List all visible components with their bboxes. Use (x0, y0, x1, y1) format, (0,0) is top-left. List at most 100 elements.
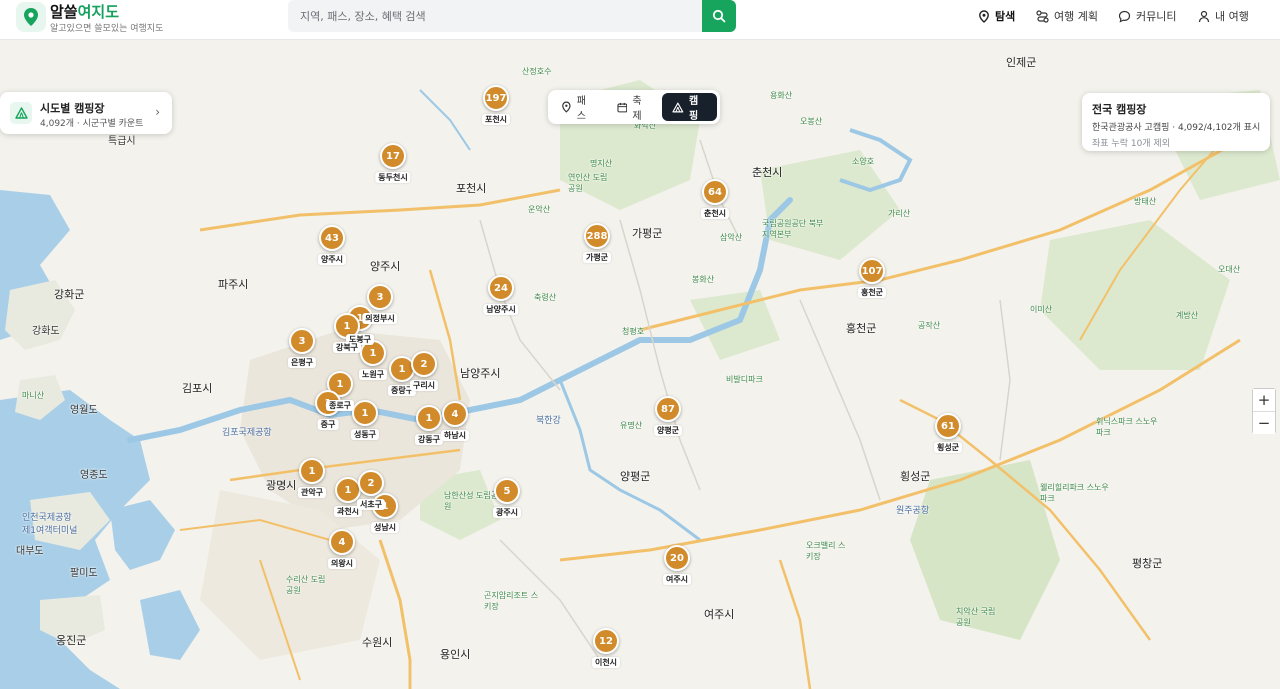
landmark-label: 공작산 (918, 321, 941, 330)
route-icon (1036, 9, 1049, 23)
landmark-label: 오크밸리 스키장 (806, 541, 846, 561)
landmark-label: 방태산 (1134, 197, 1157, 206)
landmark-label: 청평호 (622, 327, 645, 336)
landmark-label: 축령산 (534, 293, 557, 302)
cluster-label: 가평군 (582, 252, 612, 263)
tab-festival[interactable]: 축제 (607, 93, 661, 122)
place-label: 양주시 (370, 260, 401, 273)
search-input[interactable] (288, 0, 702, 32)
landmark-label: 산정호수 (522, 67, 552, 76)
cluster-label: 양주시 (317, 254, 347, 265)
place-label: 횡성군 (900, 470, 931, 483)
cluster-marker[interactable]: 61 (935, 413, 961, 439)
cluster-marker[interactable]: 24 (488, 275, 514, 301)
nav-trip-plan[interactable]: 여행 계획 (1036, 8, 1098, 24)
place-label: 영월도 (70, 405, 98, 416)
cluster-label: 노원구 (358, 369, 388, 380)
landmark-label: 마니산 (22, 391, 45, 400)
calendar-icon (617, 102, 627, 112)
search-button[interactable] (702, 0, 736, 32)
cluster-marker[interactable]: 4 (442, 401, 468, 427)
landmark-label: 휘닉스파크 스노우파크 (1096, 417, 1158, 437)
summary-title: 전국 캠핑장 (1092, 103, 1147, 116)
cluster-label: 홍천군 (857, 287, 887, 298)
landmark-label: 이미산 (1030, 305, 1053, 314)
cluster-marker[interactable]: 12 (593, 628, 619, 654)
landmark-label: 수리산 도립공원 (286, 575, 326, 595)
place-label: 김포시 (182, 382, 213, 395)
cluster-label: 동두천시 (375, 172, 411, 183)
place-label: 양평군 (620, 470, 651, 483)
cluster-marker[interactable]: 17 (380, 143, 406, 169)
cluster-label: 광주시 (492, 507, 522, 518)
place-label: 여주시 (704, 608, 735, 621)
landmark-label: 오대산 (1218, 265, 1241, 274)
landmark-label: 봉화산 (692, 275, 715, 284)
cluster-label: 종로구 (325, 400, 355, 411)
landmark-label: 용화산 (770, 91, 793, 100)
landmark-label: 삼악산 (720, 233, 743, 242)
cluster-marker[interactable]: 2 (411, 351, 437, 377)
cluster-label: 의왕시 (327, 558, 357, 569)
map-canvas[interactable]: 인제군 춘천시 포천시 가평군 양주시 파주시 강화군 김포시 남양주시 홍천군… (0, 40, 1280, 689)
cluster-marker[interactable]: 107 (859, 258, 885, 284)
tab-camping[interactable]: 캠핑 (662, 93, 717, 122)
nav-my-trip[interactable]: 내 여행 (1198, 8, 1249, 24)
place-label: 용인시 (440, 648, 471, 661)
tent-icon (672, 102, 684, 112)
cluster-label: 춘천시 (700, 208, 730, 219)
cluster-marker[interactable]: 288 (584, 223, 610, 249)
landmark-label: 북한강 (536, 416, 561, 426)
landmark-label: 운악산 (528, 205, 551, 214)
cluster-marker[interactable]: 1 (352, 400, 378, 426)
summary-note: 좌표 누락 10개 제외 (1092, 139, 1170, 149)
province-card-subtitle: 4,092개 · 시군구별 카운트 (40, 119, 144, 129)
cluster-label: 성동구 (350, 429, 380, 440)
cluster-label: 하남시 (440, 430, 470, 441)
place-label: 홍천군 (846, 322, 877, 335)
cluster-marker[interactable]: 20 (664, 545, 690, 571)
summary-subtitle: 한국관광공사 고캠핑 · 4,092/4,102개 표시 (1092, 123, 1261, 133)
search-icon (712, 9, 726, 23)
cluster-label: 강북구 (332, 342, 362, 353)
cluster-label: 성남시 (370, 522, 400, 533)
province-card-title: 시도별 캠핑장 (40, 102, 105, 115)
zoom-in-button[interactable]: + (1253, 389, 1275, 411)
cluster-label: 여주시 (662, 574, 692, 585)
place-label: 광명시 (266, 479, 297, 492)
tab-pass[interactable]: 패스 (551, 93, 605, 122)
cluster-marker[interactable]: 5 (494, 478, 520, 504)
camping-summary-card: 전국 캠핑장 한국관광공사 고캠핑 · 4,092/4,102개 표시 좌표 누… (1082, 93, 1270, 151)
cluster-marker[interactable]: 64 (702, 179, 728, 205)
place-label: 포천시 (456, 182, 487, 195)
zoom-control: + − (1252, 388, 1276, 434)
landmark-label: 곤지암리조트 스키장 (484, 591, 539, 611)
cluster-marker[interactable]: 2 (358, 470, 384, 496)
chat-bubble-icon (1118, 10, 1131, 23)
province-camping-card[interactable]: 시도별 캠핑장 4,092개 · 시군구별 카운트 › (0, 92, 172, 134)
cluster-marker[interactable]: 4 (329, 529, 355, 555)
landmark-label: 가리산 (888, 209, 911, 218)
cluster-marker[interactable]: 1 (416, 405, 442, 431)
landmark-label: 계방산 (1176, 311, 1199, 320)
cluster-marker[interactable]: 3 (367, 284, 393, 310)
nav-explore[interactable]: 탐색 (978, 8, 1015, 24)
cluster-marker[interactable]: 3 (289, 328, 315, 354)
landmark-label: 김포국제공항 (222, 428, 272, 438)
logo-map-pin-icon[interactable] (16, 2, 46, 32)
cluster-label: 서초구 (356, 499, 386, 510)
cluster-marker[interactable]: 87 (655, 396, 681, 422)
map-pin-icon (979, 9, 989, 23)
cluster-marker[interactable]: 1 (299, 458, 325, 484)
app-title[interactable]: 알쓸여지도 (50, 1, 119, 22)
zoom-out-button[interactable]: − (1253, 412, 1275, 434)
place-label: 특급시 (108, 136, 136, 147)
cluster-label: 구리시 (409, 380, 439, 391)
cluster-marker[interactable]: 43 (319, 225, 345, 251)
landmark-label: 치악산 국립공원 (956, 607, 996, 627)
cluster-label: 남양주시 (483, 304, 519, 315)
cluster-marker[interactable]: 197 (483, 85, 509, 111)
chevron-right-icon: › (155, 105, 160, 119)
cluster-label: 횡성군 (933, 442, 963, 453)
nav-community[interactable]: 커뮤니티 (1118, 8, 1176, 24)
